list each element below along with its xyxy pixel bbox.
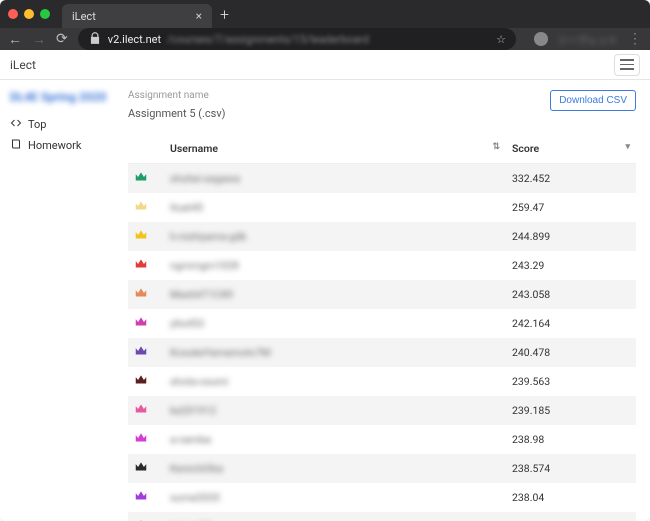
username-cell: shuhei-segawa xyxy=(170,172,240,185)
crown-icon xyxy=(134,431,148,445)
crown-icon xyxy=(134,199,148,213)
assignment-label: Assignment name xyxy=(128,90,226,101)
crown-icon xyxy=(134,257,148,271)
score-cell: 332.452 xyxy=(506,164,636,194)
table-row: KenichiOba 238.574 xyxy=(128,454,636,483)
column-username[interactable]: Username ⇅ xyxy=(164,134,506,164)
score-cell: 235.288 xyxy=(506,512,636,521)
table-row: a-namba 238.98 xyxy=(128,425,636,454)
url-path: /courses/7/assignments/15/leaderboard xyxy=(167,33,369,46)
username-cell: KosukeYamamoto7M xyxy=(170,346,271,359)
hamburger-menu-button[interactable] xyxy=(614,54,640,76)
username-cell: MashitT1C89 xyxy=(170,288,233,301)
score-cell: 244.899 xyxy=(506,222,636,251)
table-row: Ituat45 259.47 xyxy=(128,193,636,222)
crown-icon xyxy=(134,402,148,416)
score-cell: 243.058 xyxy=(506,280,636,309)
crown-icon xyxy=(134,489,148,503)
app-header: iLect xyxy=(0,50,650,80)
table-row: suma2020 238.04 xyxy=(128,483,636,512)
username-cell: ke201912 xyxy=(170,404,216,417)
download-csv-button[interactable]: Download CSV xyxy=(550,90,636,111)
app-brand[interactable]: iLect xyxy=(10,58,36,72)
new-tab-button[interactable]: + xyxy=(220,5,229,24)
close-tab-icon[interactable]: × xyxy=(196,9,202,23)
username-cell: KenichiOba xyxy=(170,462,223,475)
crown-icon xyxy=(134,286,148,300)
score-cell: 242.164 xyxy=(506,309,636,338)
table-row: ylts453 242.164 xyxy=(128,309,636,338)
table-row: shuhei-segawa 332.452 xyxy=(128,164,636,194)
leaderboard-table: Username ⇅ Score ▾ shuhei-segawa332.452I… xyxy=(128,134,636,521)
crown-icon xyxy=(134,228,148,242)
username-cell: suma2020 xyxy=(170,491,220,504)
table-row: KosukeYamamoto7M 240.478 xyxy=(128,338,636,367)
table-row: ngmmgm1028 243.29 xyxy=(128,251,636,280)
score-cell: 239.185 xyxy=(506,396,636,425)
crown-icon xyxy=(134,170,148,184)
main-content: Assignment name Assignment 5 (.csv) Down… xyxy=(118,80,650,521)
column-username-label: Username xyxy=(170,142,218,155)
crown-icon xyxy=(134,344,148,358)
score-cell: 238.98 xyxy=(506,425,636,454)
profile-avatar-icon[interactable] xyxy=(534,32,548,46)
crown-icon xyxy=(134,460,148,474)
score-cell: 243.29 xyxy=(506,251,636,280)
score-cell: 239.563 xyxy=(506,367,636,396)
browser-toolbar: ← → ⟳ v2.ilect.net /courses/7/assignment… xyxy=(0,28,650,50)
username-cell: ylts453 xyxy=(170,317,204,330)
username-cell: shota-osumi xyxy=(170,375,228,388)
table-row: ke201912 239.185 xyxy=(128,396,636,425)
lock-icon xyxy=(88,31,102,48)
sort-icon[interactable]: ⇅ xyxy=(492,142,500,152)
code-icon xyxy=(10,117,22,132)
minimize-window-button[interactable] xyxy=(24,9,34,19)
browser-tab-title: iLect xyxy=(72,10,96,23)
table-row: kmura30235.288 xyxy=(128,512,636,521)
sidebar-item-label: Top xyxy=(28,118,46,131)
score-cell: 238.04 xyxy=(506,483,636,512)
star-icon[interactable]: ☆ xyxy=(496,33,506,46)
course-title[interactable]: DL4E Spring 2020 xyxy=(10,90,108,104)
crown-icon xyxy=(134,315,148,329)
column-score-label: Score xyxy=(512,142,539,155)
table-row: shota-osumi 239.563 xyxy=(128,367,636,396)
sort-desc-icon[interactable]: ▾ xyxy=(625,142,630,152)
username-cell: Ituat45 xyxy=(170,201,203,214)
forward-button[interactable]: → xyxy=(32,31,46,48)
column-rank xyxy=(128,134,164,164)
column-score[interactable]: Score ▾ xyxy=(506,134,636,164)
browser-menu-icon[interactable]: ⋮ xyxy=(628,31,642,47)
username-cell: h-nishiyama-gdk xyxy=(170,230,246,243)
table-row: MashitT1C89 243.058 xyxy=(128,280,636,309)
username-cell: a-namba xyxy=(170,433,211,446)
profile-label: シークレット xyxy=(558,32,618,47)
crown-icon xyxy=(134,373,148,387)
sidebar: DL4E Spring 2020 Top Homework xyxy=(0,80,118,521)
maximize-window-button[interactable] xyxy=(40,9,50,19)
window-titlebar: iLect × + xyxy=(0,0,650,28)
score-cell: 238.574 xyxy=(506,454,636,483)
score-cell: 259.47 xyxy=(506,193,636,222)
browser-tab[interactable]: iLect × xyxy=(62,4,212,28)
assignment-name: Assignment 5 (.csv) xyxy=(128,107,226,120)
book-icon xyxy=(10,138,22,153)
sidebar-item-label: Homework xyxy=(28,139,81,152)
close-window-button[interactable] xyxy=(8,9,18,19)
address-bar[interactable]: v2.ilect.net /courses/7/assignments/15/l… xyxy=(78,28,516,50)
score-cell: 240.478 xyxy=(506,338,636,367)
sidebar-item-top[interactable]: Top xyxy=(10,114,108,135)
sidebar-item-homework[interactable]: Homework xyxy=(10,135,108,156)
url-host: v2.ilect.net xyxy=(108,33,161,46)
reload-button[interactable]: ⟳ xyxy=(56,31,68,47)
table-row: h-nishiyama-gdk 244.899 xyxy=(128,222,636,251)
username-cell: ngmmgm1028 xyxy=(170,259,239,272)
back-button[interactable]: ← xyxy=(8,31,22,48)
